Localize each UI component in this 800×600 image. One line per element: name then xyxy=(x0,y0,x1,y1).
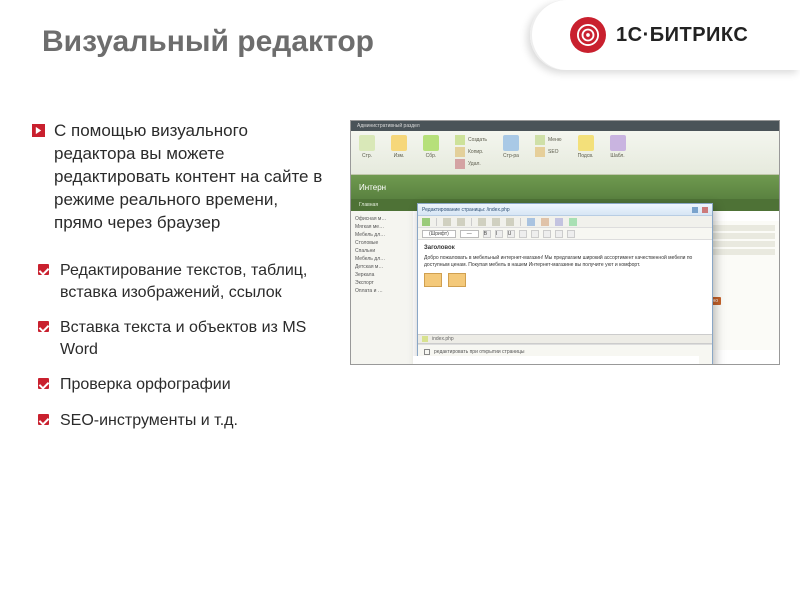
page-icon xyxy=(359,135,375,151)
lead-paragraph: С помощью визуального редактора вы может… xyxy=(54,120,326,235)
template-icon xyxy=(610,135,626,151)
undo-icon[interactable] xyxy=(443,218,451,226)
brand-badge: 1С·БИТРИКС xyxy=(530,0,800,70)
italic-button[interactable]: I xyxy=(495,230,503,238)
highlight-icon xyxy=(578,135,594,151)
edit-icon xyxy=(391,135,407,151)
editor-toolbar-primary xyxy=(418,216,712,228)
content-area: С помощью визуального редактора вы может… xyxy=(32,120,780,580)
visual-editor-window: Редактирование страницы: /index.php xyxy=(417,203,713,365)
content-heading: Заголовок xyxy=(424,244,706,252)
font-select[interactable]: (Шрифт) xyxy=(422,230,456,238)
menu-icon xyxy=(535,135,545,145)
checkbox-label: редактировать при открытии страницы xyxy=(434,349,524,355)
spellcheck-icon[interactable] xyxy=(569,218,577,226)
align-right-button[interactable] xyxy=(543,230,551,238)
seo-icon xyxy=(535,147,545,157)
link-icon[interactable] xyxy=(527,218,535,226)
check-icon xyxy=(38,264,49,275)
editor-file-bar: index.php xyxy=(418,334,712,344)
ribbon-small-button[interactable]: SEO xyxy=(535,147,562,157)
save-icon[interactable] xyxy=(422,218,430,226)
page-title: Визуальный редактор xyxy=(42,25,374,59)
size-select[interactable]: — xyxy=(460,230,479,238)
list-item: SEO-инструменты и т.д. xyxy=(38,410,328,432)
site-side-menu: Офисная м… Мягкая ме… Мебель дл… Столовы… xyxy=(351,211,413,364)
lead-paragraph-block: С помощью визуального редактора вы может… xyxy=(32,120,326,235)
ribbon-small-button[interactable]: Меню xyxy=(535,135,562,145)
list-item: Редактирование текстов, таблиц, вставка … xyxy=(38,260,328,303)
ribbon-button[interactable]: Шабл. xyxy=(610,135,626,159)
site-header: Интерн xyxy=(351,175,779,199)
list-ul-button[interactable] xyxy=(555,230,563,238)
content-paragraph: Добро пожаловать в мебельный интернет-ма… xyxy=(424,255,706,269)
close-icon[interactable] xyxy=(702,207,708,213)
ribbon-small-button[interactable]: Копир. xyxy=(455,147,487,157)
ribbon-button[interactable]: Стр-ра xyxy=(503,135,519,159)
ribbon-button[interactable]: Подсв. xyxy=(578,135,594,159)
brand-logo-icon xyxy=(570,17,606,53)
refresh-icon xyxy=(423,135,439,151)
check-icon xyxy=(38,321,49,332)
redo-icon[interactable] xyxy=(457,218,465,226)
editor-titlebar: Редактирование страницы: /index.php xyxy=(418,204,712,216)
editor-toolbar-format: (Шрифт) — B I U xyxy=(418,228,712,240)
align-left-button[interactable] xyxy=(519,230,527,238)
ribbon-toolbar: Стр. Изм. Сбр. Создать Копир. Удал. Стр-… xyxy=(351,131,779,175)
copy-icon[interactable] xyxy=(492,218,500,226)
content-image xyxy=(448,273,466,287)
file-name: index.php xyxy=(432,336,454,342)
admin-bar: Административный раздел xyxy=(351,121,779,131)
checkbox[interactable] xyxy=(424,349,430,355)
copy-icon xyxy=(455,147,465,157)
ribbon-small-button[interactable]: Удал. xyxy=(455,159,487,169)
align-center-button[interactable] xyxy=(531,230,539,238)
brand-name: 1С·БИТРИКС xyxy=(616,24,748,47)
image-icon[interactable] xyxy=(541,218,549,226)
cut-icon[interactable] xyxy=(478,218,486,226)
editor-screenshot: Административный раздел Стр. Изм. Сбр. С… xyxy=(350,120,780,365)
arrow-icon xyxy=(32,124,45,137)
feature-list: Редактирование текстов, таблиц, вставка … xyxy=(38,260,328,446)
check-icon xyxy=(38,414,49,425)
list-item: Вставка текста и объектов из MS Word xyxy=(38,317,328,360)
bold-button[interactable]: B xyxy=(483,230,491,238)
editor-canvas[interactable]: Заголовок Добро пожаловать в мебельный и… xyxy=(418,240,712,334)
delete-icon xyxy=(455,159,465,169)
ribbon-button[interactable]: Стр. xyxy=(359,135,375,159)
ribbon-button[interactable]: Сбр. xyxy=(423,135,439,159)
content-image xyxy=(424,273,442,287)
file-icon xyxy=(422,336,428,342)
new-icon xyxy=(455,135,465,145)
text-column: С помощью визуального редактора вы может… xyxy=(32,120,326,580)
paste-icon[interactable] xyxy=(506,218,514,226)
list-ol-button[interactable] xyxy=(567,230,575,238)
ribbon-button[interactable]: Изм. xyxy=(391,135,407,159)
ribbon-small-button[interactable]: Создать xyxy=(455,135,487,145)
expand-icon[interactable] xyxy=(692,207,698,213)
illustration-column: Административный раздел Стр. Изм. Сбр. С… xyxy=(350,120,780,580)
underline-button[interactable]: U xyxy=(507,230,515,238)
check-icon xyxy=(38,378,49,389)
table-icon[interactable] xyxy=(555,218,563,226)
editor-window-title: Редактирование страницы: /index.php xyxy=(422,207,510,213)
structure-icon xyxy=(503,135,519,151)
list-item: Проверка орфографии xyxy=(38,374,328,396)
site-preview: Интерн Главная Офисная м… Мягкая ме… Меб… xyxy=(351,175,779,364)
